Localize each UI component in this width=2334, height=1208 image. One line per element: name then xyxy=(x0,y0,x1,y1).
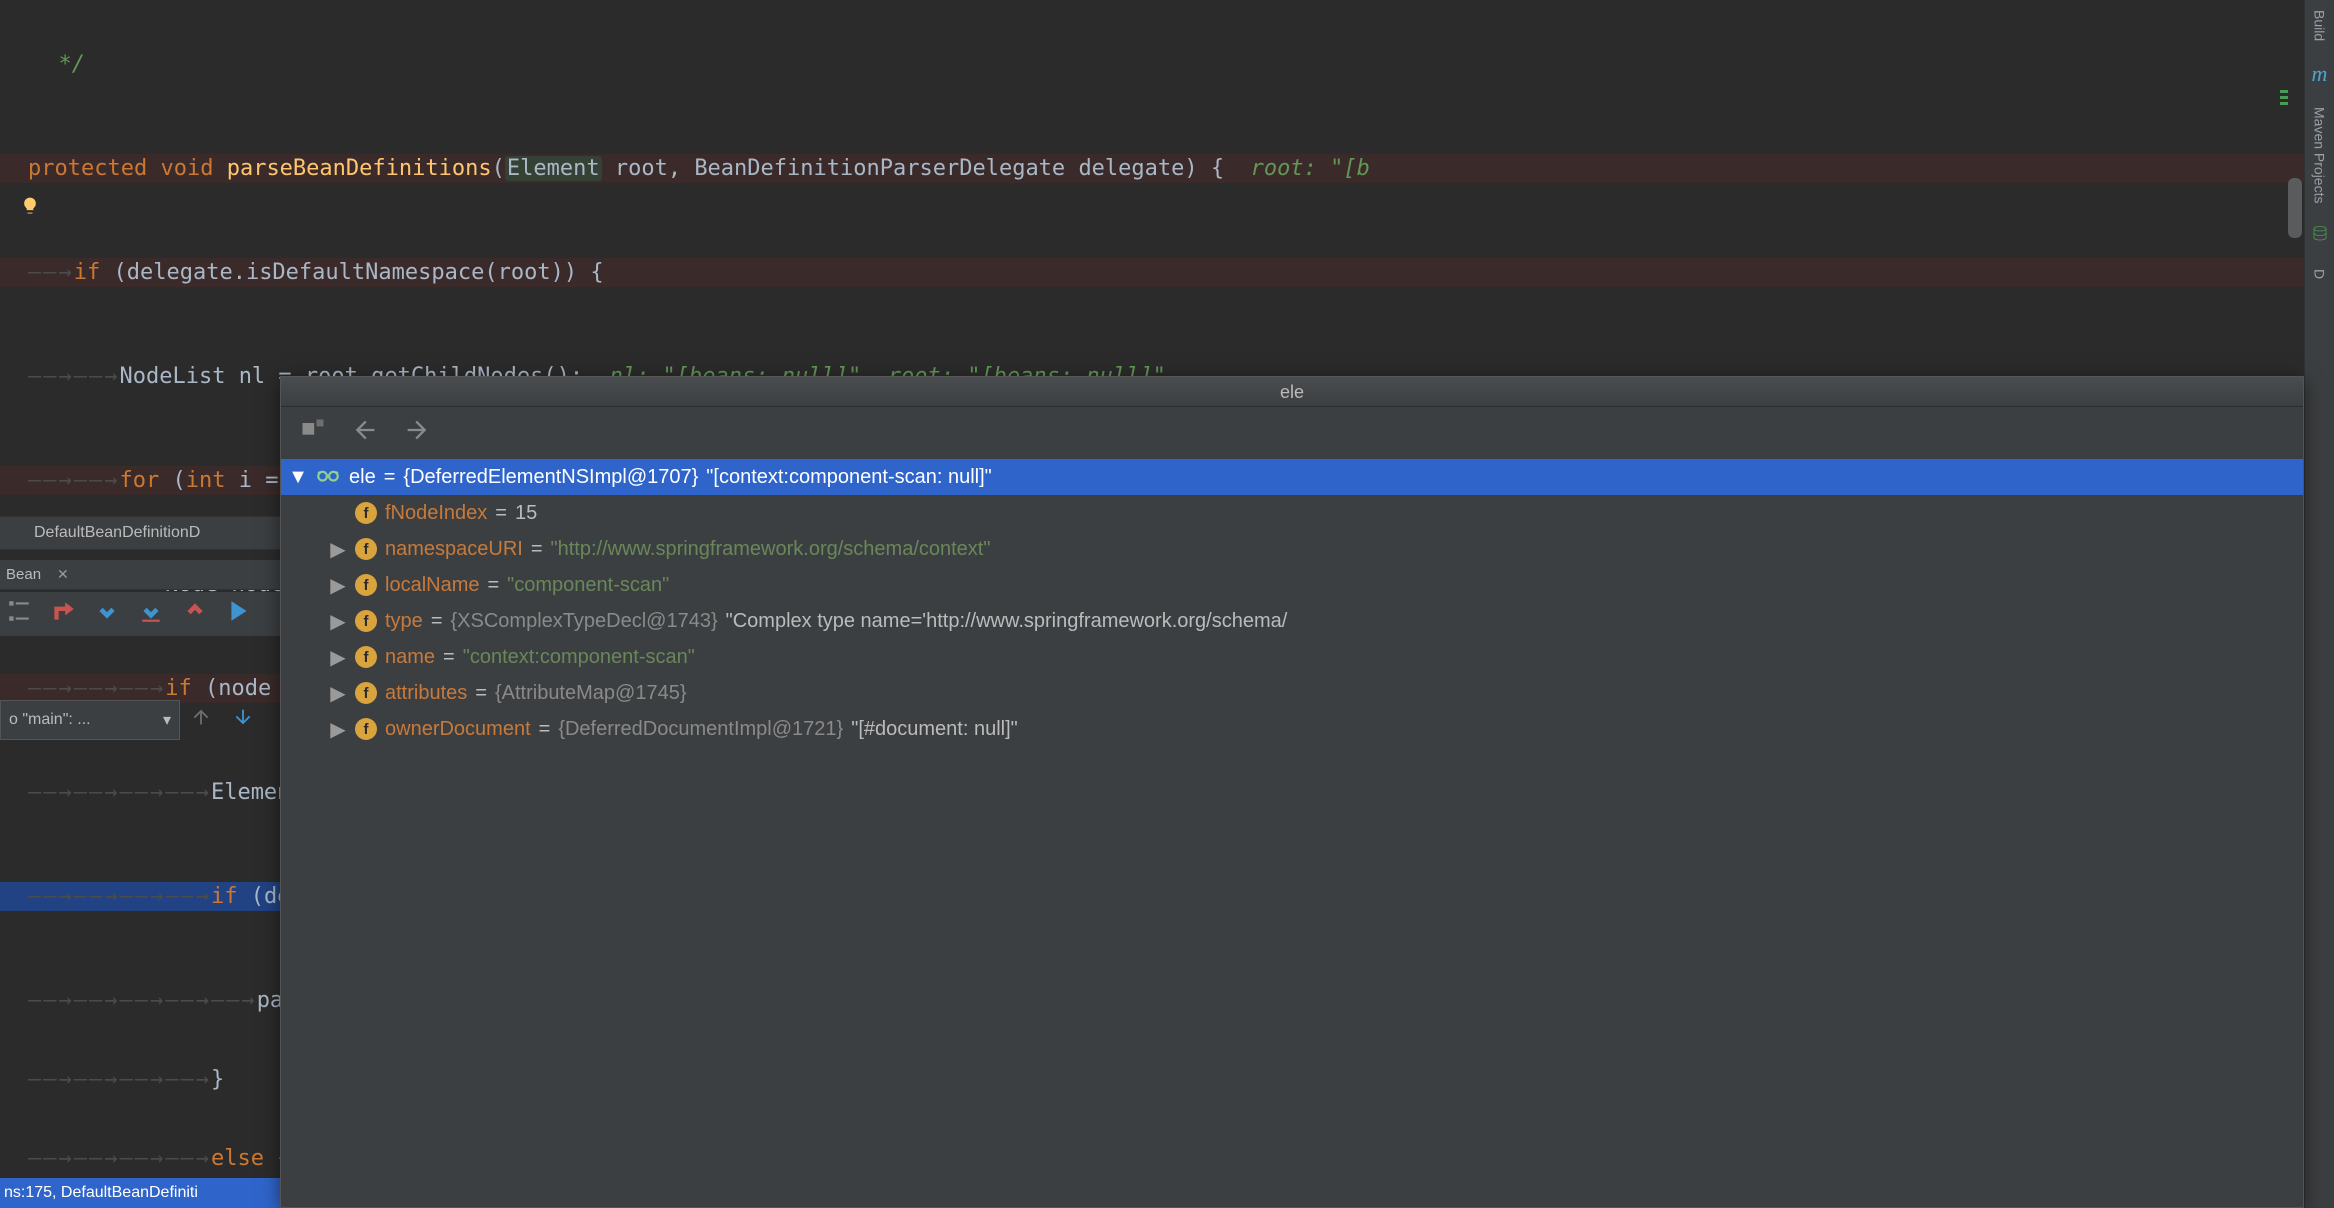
run-to-cursor-icon[interactable] xyxy=(226,598,252,630)
chevron-right-icon[interactable]: ▶ xyxy=(329,717,347,742)
editor-tab-label: DefaultBeanDefinitionD xyxy=(34,524,200,542)
step-out-icon[interactable] xyxy=(182,598,208,630)
intention-bulb-icon[interactable] xyxy=(20,196,40,216)
field-icon: f xyxy=(355,502,377,524)
code-line: protected void parseBeanDefinitions(Elem… xyxy=(0,154,2304,183)
variable-row[interactable]: ▶ f ownerDocument = {DeferredDocumentImp… xyxy=(281,711,2303,747)
variable-row[interactable]: ▶ f attributes = {AttributeMap@1745} xyxy=(281,675,2303,711)
chevron-down-icon[interactable]: ▼ xyxy=(289,466,307,489)
variable-row[interactable]: ▶ f name = "context:component-scan" xyxy=(281,639,2303,675)
step-over-icon[interactable] xyxy=(50,598,76,630)
debug-session-tab[interactable]: Bean ✕ xyxy=(0,560,280,590)
tool-window-build[interactable]: Build xyxy=(2312,10,2328,41)
code-line: */ xyxy=(0,50,2304,79)
field-icon: f xyxy=(355,610,377,632)
popup-toolbar xyxy=(281,407,2303,459)
new-watch-icon[interactable] xyxy=(299,416,327,450)
variable-row[interactable]: ▶ f localName = "component-scan" xyxy=(281,567,2303,603)
selected-frame[interactable]: ns:175, DefaultBeanDefiniti xyxy=(0,1178,280,1208)
debug-tab-label: Bean xyxy=(6,566,41,583)
debug-step-toolbar xyxy=(0,592,280,636)
right-tool-rail: Build m Maven Projects D xyxy=(2304,0,2334,1208)
variable-row[interactable]: f fNodeIndex = 15 xyxy=(281,495,2303,531)
variable-row[interactable]: ▶ f type = {XSComplexTypeDecl@1743} "Com… xyxy=(281,603,2303,639)
force-step-into-icon[interactable] xyxy=(138,598,164,630)
variables-tree[interactable]: ▼ ele = {DeferredElementNSImpl@1707} "[c… xyxy=(281,459,2303,1207)
nav-forward-icon[interactable] xyxy=(403,416,431,450)
variable-row[interactable]: ▶ f namespaceURI = "http://www.springfra… xyxy=(281,531,2303,567)
editor-scrollbar-thumb[interactable] xyxy=(2288,178,2302,238)
variable-row-root[interactable]: ▼ ele = {DeferredElementNSImpl@1707} "[c… xyxy=(281,459,2303,495)
chevron-down-icon: ▾ xyxy=(163,710,171,730)
previous-frame-icon[interactable] xyxy=(190,706,212,734)
database-icon[interactable] xyxy=(2311,224,2329,249)
code-line: ――→if (delegate.isDefaultNamespace(root)… xyxy=(0,258,2304,287)
thread-selector-label: o "main": ... xyxy=(9,711,91,729)
step-into-icon[interactable] xyxy=(94,598,120,630)
nav-back-icon[interactable] xyxy=(351,416,379,450)
field-icon: f xyxy=(355,718,377,740)
chevron-right-icon[interactable]: ▶ xyxy=(329,645,347,670)
chevron-right-icon[interactable]: ▶ xyxy=(329,609,347,634)
chevron-right-icon[interactable]: ▶ xyxy=(329,537,347,562)
frame-nav xyxy=(190,700,254,740)
tool-window-maven[interactable]: Maven Projects xyxy=(2312,107,2328,203)
field-icon: f xyxy=(355,682,377,704)
close-icon[interactable]: ✕ xyxy=(57,566,69,583)
tool-window-db-prefix[interactable]: D xyxy=(2312,269,2328,279)
chevron-right-icon[interactable]: ▶ xyxy=(329,573,347,598)
quick-evaluate-popup[interactable]: ele ▼ ele = {DeferredElementNSImpl@1707}… xyxy=(280,376,2304,1208)
thread-selector[interactable]: o "main": ... ▾ xyxy=(0,700,180,740)
chevron-right-icon[interactable]: ▶ xyxy=(329,681,347,706)
next-frame-icon[interactable] xyxy=(232,706,254,734)
editor-tab[interactable]: DefaultBeanDefinitionD xyxy=(0,516,280,550)
field-icon: f xyxy=(355,646,377,668)
watch-icon xyxy=(315,461,341,493)
popup-title: ele xyxy=(281,377,2303,407)
show-execution-point-icon[interactable] xyxy=(6,598,32,630)
maven-icon[interactable]: m xyxy=(2312,61,2328,87)
field-icon: f xyxy=(355,538,377,560)
field-icon: f xyxy=(355,574,377,596)
editor-marker-stripe xyxy=(2280,90,2288,108)
